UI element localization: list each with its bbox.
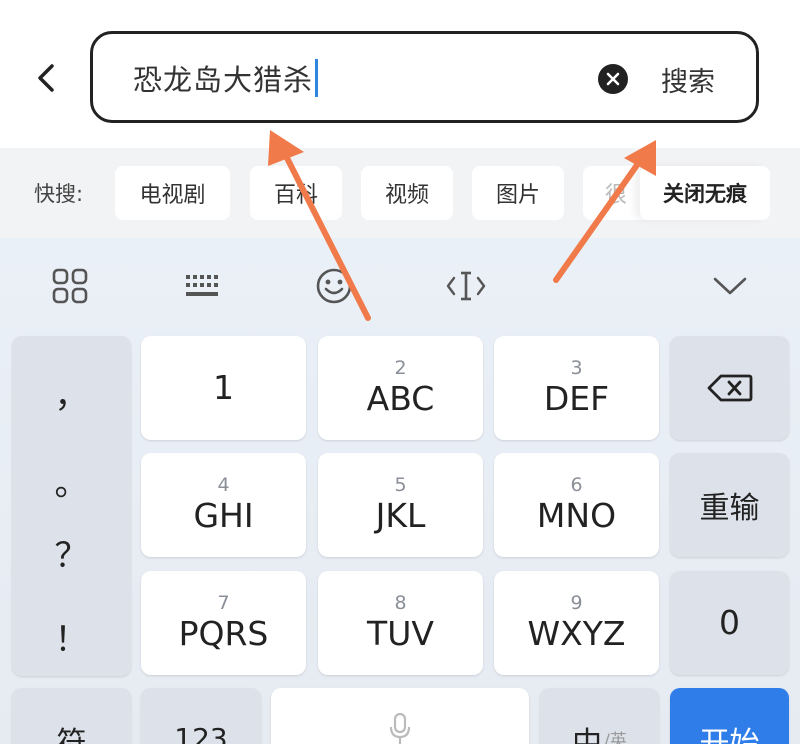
keyboard: ， 。 ？ ！ 1 2 ABC 3 DEF 4 GHI 5 JKL 6 MNO … <box>0 238 800 744</box>
collapse-icon <box>713 277 747 295</box>
keyboard-layout-button[interactable] <box>180 264 224 308</box>
punct-question[interactable]: ？ <box>12 528 131 577</box>
clear-button[interactable] <box>598 64 628 94</box>
quick-chip-video[interactable]: 视频 <box>361 166 453 220</box>
key-label: DEF <box>543 379 610 418</box>
key-5-jkl[interactable]: 5 JKL <box>318 453 483 557</box>
quick-chip-baike[interactable]: 百科 <box>250 166 342 220</box>
search-submit-button[interactable]: 搜索 <box>661 60 715 99</box>
key-number: 4 <box>217 474 230 496</box>
punct-exclaim[interactable]: ！ <box>12 612 131 661</box>
numeric-key[interactable]: 123 <box>141 688 261 744</box>
key-label: WXYZ <box>527 614 626 653</box>
key-label: 1 <box>213 368 234 407</box>
key-1[interactable]: 1 <box>141 336 306 440</box>
key-label: 中 <box>572 726 603 744</box>
key-7-pqrs[interactable]: 7 PQRS <box>141 571 306 675</box>
punct-comma[interactable]: ， <box>12 368 131 417</box>
emoji-button[interactable] <box>312 264 356 308</box>
key-number: 5 <box>394 474 407 496</box>
search-query-text: 恐龙岛大猎杀 <box>133 58 319 98</box>
key-label: 重输 <box>699 491 760 526</box>
key-label: 0 <box>719 603 740 642</box>
key-3-def[interactable]: 3 DEF <box>494 336 659 440</box>
cursor-control-button[interactable] <box>444 264 488 308</box>
emoji-icon <box>316 268 352 304</box>
back-button[interactable] <box>30 58 62 98</box>
key-number: 2 <box>394 357 407 379</box>
close-incognito-button[interactable]: 关闭无痕 <box>640 166 770 220</box>
key-label: JKL <box>375 496 426 535</box>
key-4-ghi[interactable]: 4 GHI <box>141 453 306 557</box>
space-key[interactable] <box>271 688 529 744</box>
key-label: ABC <box>366 379 435 418</box>
cursor-icon <box>446 271 486 301</box>
search-input[interactable]: 恐龙岛大猎杀 搜索 <box>90 31 759 123</box>
key-9-wxyz[interactable]: 9 WXYZ <box>494 571 659 675</box>
backspace-icon <box>707 374 752 402</box>
key-0[interactable]: 0 <box>670 571 789 675</box>
start-key[interactable]: 开始 <box>670 688 789 744</box>
quick-chip-tv[interactable]: 电视剧 <box>115 166 230 220</box>
search-header: 恐龙岛大猎杀 搜索 <box>0 0 800 148</box>
grid-menu-icon <box>52 268 88 304</box>
key-number: 6 <box>570 474 583 496</box>
quick-search-label: 快搜: <box>34 182 84 206</box>
clear-icon <box>606 72 620 86</box>
quick-chip-image[interactable]: 图片 <box>472 166 564 220</box>
key-label: TUV <box>367 614 434 653</box>
key-number: 3 <box>570 357 583 379</box>
language-switch-key[interactable]: 中/英 <box>540 688 659 744</box>
punctuation-column[interactable]: ， 。 ？ ！ <box>12 336 131 676</box>
key-label: GHI <box>193 496 254 535</box>
key-6-mno[interactable]: 6 MNO <box>494 453 659 557</box>
symbol-key[interactable]: 符 <box>12 688 131 744</box>
key-8-tuv[interactable]: 8 TUV <box>318 571 483 675</box>
key-label: 符 <box>56 726 87 744</box>
key-label: 123 <box>174 722 228 744</box>
key-2-abc[interactable]: 2 ABC <box>318 336 483 440</box>
microphone-icon <box>389 712 411 744</box>
quick-search-bar: 快搜: 电视剧 百科 视频 图片 很 关闭无痕 <box>0 148 800 238</box>
key-number: 8 <box>394 592 407 614</box>
backspace-key[interactable] <box>670 336 789 440</box>
keyboard-menu-button[interactable] <box>48 264 92 308</box>
key-sublabel: /英 <box>604 731 627 744</box>
collapse-keyboard-button[interactable] <box>708 264 752 308</box>
back-arrow-icon <box>38 64 54 92</box>
punct-period[interactable]: 。 <box>12 456 131 505</box>
key-label: PQRS <box>178 614 269 653</box>
keyboard-icon <box>186 275 218 296</box>
key-number: 9 <box>570 592 583 614</box>
key-label: 开始 <box>699 726 760 744</box>
text-caret <box>315 59 319 97</box>
key-label: MNO <box>536 496 617 535</box>
key-number: 7 <box>217 592 230 614</box>
reinput-key[interactable]: 重输 <box>670 453 789 557</box>
